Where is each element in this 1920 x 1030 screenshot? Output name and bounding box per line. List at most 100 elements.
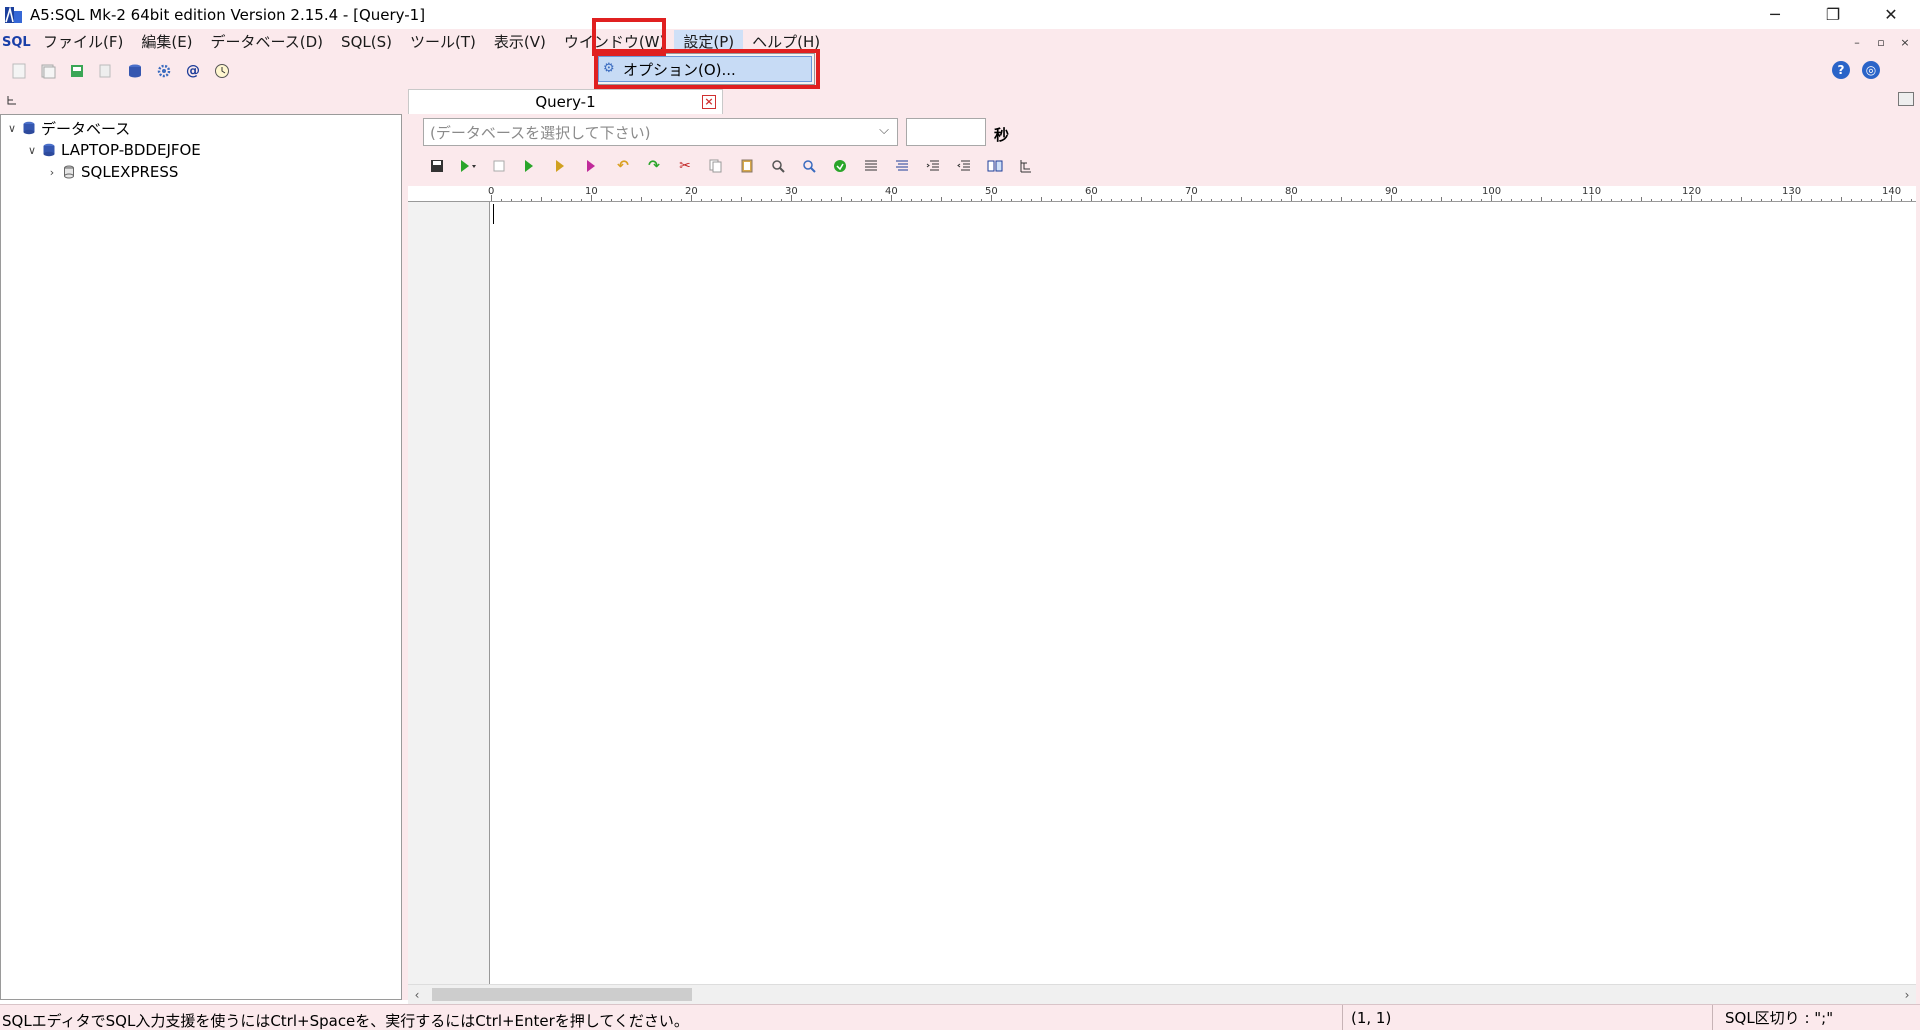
app-logo-icon — [4, 5, 24, 25]
ruler-tick — [1841, 197, 1842, 201]
help-icon[interactable]: ? — [1832, 61, 1850, 79]
database-select[interactable]: (データベースを選択して下さい) ⌵ — [423, 118, 898, 146]
run-ctf-icon[interactable] — [550, 156, 572, 176]
ruler-tick — [881, 199, 882, 201]
ruler-tick — [571, 199, 572, 201]
tree-toggle-icon[interactable] — [6, 94, 20, 108]
scroll-left-icon[interactable]: ‹ — [408, 985, 426, 1004]
run-step-icon[interactable] — [519, 156, 541, 176]
chevron-down-icon[interactable]: ∨ — [25, 144, 39, 157]
jump-icon[interactable] — [829, 156, 851, 176]
run-icon[interactable] — [457, 156, 479, 176]
chevron-down-icon[interactable]: ∨ — [5, 122, 19, 135]
ruler-tick — [1371, 199, 1372, 201]
mdi-minimize-button[interactable]: – — [1848, 33, 1866, 51]
mdi-restore-button[interactable]: ▫ — [1872, 33, 1890, 51]
ruler-tick — [1101, 199, 1102, 201]
align-icon[interactable] — [860, 156, 882, 176]
ruler-tick — [581, 199, 582, 201]
ruler-label: 20 — [685, 186, 698, 197]
save-all-icon[interactable] — [67, 61, 87, 81]
editor-tab-bar: Query-1 × — [408, 87, 1920, 114]
restore-button[interactable]: ❐ — [1804, 0, 1862, 29]
ruler-tick — [971, 199, 972, 201]
copy-icon[interactable] — [96, 61, 116, 81]
open-file-icon[interactable] — [38, 61, 58, 81]
seconds-label: 秒 — [994, 126, 1010, 144]
tab-close-icon[interactable]: × — [702, 95, 716, 109]
stop-icon[interactable] — [488, 156, 510, 176]
undo-icon[interactable]: ↶ — [612, 156, 634, 176]
ruler-tick — [1031, 199, 1032, 201]
chevron-right-icon[interactable]: › — [45, 166, 59, 179]
ruler-tick — [871, 199, 872, 201]
indent-icon[interactable] — [922, 156, 944, 176]
tree-node-databases[interactable]: ∨ データベース — [5, 117, 130, 139]
at-sign-icon[interactable]: @ — [183, 61, 203, 81]
globe-icon[interactable]: ◎ — [1862, 61, 1880, 79]
clock-icon[interactable] — [212, 61, 232, 81]
sql-editor[interactable] — [491, 202, 1920, 984]
title-bar: A5:SQL Mk-2 64bit edition Version 2.15.4… — [0, 0, 1920, 29]
timeout-seconds-input[interactable] — [906, 118, 986, 146]
menu-sql[interactable]: SQL(S) — [332, 30, 401, 54]
float-window-icon[interactable] — [1898, 92, 1914, 106]
database-icon[interactable] — [125, 61, 145, 81]
ruler-tick — [1711, 199, 1712, 201]
minimize-button[interactable]: ─ — [1746, 0, 1804, 29]
find-icon[interactable] — [767, 156, 789, 176]
mdi-close-button[interactable]: × — [1896, 33, 1914, 51]
database-select-placeholder: (データベースを選択して下さい) — [430, 123, 651, 142]
tree-label-databases: データベース — [41, 119, 131, 138]
horizontal-scrollbar[interactable]: ‹ › — [408, 984, 1916, 1004]
line-number-gutter — [408, 202, 490, 984]
outline-icon[interactable] — [1015, 156, 1037, 176]
sql-menu-icon[interactable]: SQL — [2, 31, 31, 53]
ruler-tick — [1021, 199, 1022, 201]
scroll-right-icon[interactable]: › — [1898, 985, 1916, 1004]
paste-icon[interactable] — [736, 156, 758, 176]
database-group-icon — [21, 120, 37, 136]
ruler-tick — [1141, 197, 1142, 201]
menu-view[interactable]: 表示(V) — [485, 30, 555, 54]
ruler-label: 60 — [1085, 186, 1098, 197]
unindent-icon[interactable] — [953, 156, 975, 176]
ruler-tick — [1081, 199, 1082, 201]
scrollbar-thumb[interactable] — [432, 988, 692, 1001]
menu-database[interactable]: データベース(D) — [202, 30, 333, 54]
ruler-tick — [1911, 199, 1912, 201]
ruler-label: 0 — [488, 186, 495, 197]
menu-tools[interactable]: ツール(T) — [401, 30, 485, 54]
compare-icon[interactable] — [984, 156, 1006, 176]
ruler-tick — [1341, 197, 1342, 201]
ruler-label: 90 — [1385, 186, 1398, 197]
highlight-options-item — [594, 49, 820, 89]
sql-separator-info: SQL区切り : ";" — [1712, 1005, 1833, 1030]
tab-query-1[interactable]: Query-1 × — [408, 89, 723, 114]
tree-node-host[interactable]: ∨ LAPTOP-BDDEJFOE — [25, 139, 201, 161]
redo-icon[interactable]: ↷ — [643, 156, 665, 176]
window-title: A5:SQL Mk-2 64bit edition Version 2.15.4… — [30, 5, 426, 24]
ruler-tick — [1701, 199, 1702, 201]
tree-node-instance[interactable]: › SQLEXPRESS — [45, 161, 179, 183]
ruler-tick — [1331, 199, 1332, 201]
cut-icon[interactable]: ✂ — [674, 156, 696, 176]
close-button[interactable]: ✕ — [1862, 0, 1920, 29]
ruler-tick — [611, 199, 612, 201]
menu-edit[interactable]: 編集(E) — [132, 30, 201, 54]
gear-icon[interactable] — [154, 61, 174, 81]
ruler-tick — [1411, 199, 1412, 201]
ruler-tick — [1521, 199, 1522, 201]
ruler-tick — [1431, 199, 1432, 201]
status-bar: SQLエディタでSQL入力支援を使うにはCtrl+Spaceを、実行するにはCt… — [0, 1004, 1920, 1030]
new-file-icon[interactable] — [9, 61, 29, 81]
save-icon[interactable] — [426, 156, 448, 176]
ruler-tick — [821, 199, 822, 201]
explain-icon[interactable] — [581, 156, 603, 176]
format-sql-icon[interactable] — [891, 156, 913, 176]
ruler-tick — [1361, 199, 1362, 201]
replace-icon[interactable] — [798, 156, 820, 176]
copy-icon[interactable] — [705, 156, 727, 176]
explorer-header — [0, 87, 408, 114]
menu-file[interactable]: ファイル(F) — [34, 30, 132, 54]
